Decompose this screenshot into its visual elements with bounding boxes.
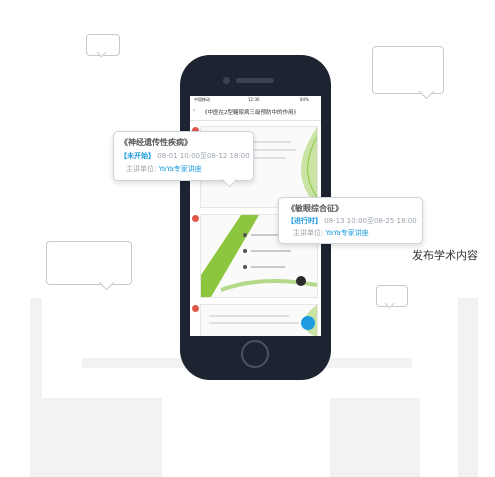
background-desk-right-leg bbox=[458, 298, 478, 477]
lecture-time-range: 08-01 10:00至08-12 18:00 bbox=[157, 152, 250, 160]
slide-number-badge bbox=[192, 305, 199, 312]
lecture-status-badge: 【未开始】 bbox=[120, 152, 155, 160]
host-label: 主讲单位: bbox=[126, 165, 157, 173]
phone-speaker bbox=[236, 78, 274, 83]
screen-titlebar: ‹ 《中医在2型糖尿病三级预防中的作用》 bbox=[190, 104, 321, 121]
chat-bubble-decoration bbox=[46, 241, 132, 285]
lecture-status-badge: 【进行时】 bbox=[287, 217, 322, 225]
background-desk-left-leg bbox=[30, 298, 42, 477]
lecture-host: 主讲单位: YaYa专家讲座 bbox=[126, 164, 202, 174]
host-name: YaYa专家讲座 bbox=[158, 165, 202, 173]
lecture-time-range: 08-13 10:00至08-25 18:00 bbox=[324, 217, 417, 225]
host-name: YaYa专家讲座 bbox=[325, 229, 369, 237]
home-button[interactable] bbox=[241, 340, 269, 368]
lecture-host: 主讲单位: YaYa专家讲座 bbox=[293, 228, 369, 238]
screen-title: 《中医在2型糖尿病三级预防中的作用》 bbox=[202, 110, 300, 116]
slide-number-badge bbox=[192, 215, 199, 222]
lecture-card-ongoing[interactable]: 《敏眼综合征》 【进行时】 08-13 10:00至08-25 18:00 主讲… bbox=[278, 197, 423, 244]
background-desk-right-panel bbox=[330, 398, 420, 477]
leaf-decoration-icon bbox=[301, 127, 317, 207]
chat-bubble-decoration bbox=[372, 46, 444, 94]
chat-fab-button[interactable] bbox=[301, 316, 315, 330]
battery-label: 84% bbox=[300, 97, 309, 102]
host-label: 主讲单位: bbox=[293, 229, 324, 237]
lecture-title: 《神经遗传性疾病》 bbox=[120, 138, 192, 147]
lecture-title: 《敏眼综合征》 bbox=[287, 204, 343, 213]
background-desk-left-panel bbox=[42, 398, 162, 477]
lecture-schedule: 【进行时】 08-13 10:00至08-25 18:00 bbox=[287, 216, 417, 226]
status-bar: 中国移动 12:36 84% bbox=[190, 96, 321, 104]
feature-caption: 发布学术内容 bbox=[412, 249, 478, 262]
back-icon[interactable]: ‹ bbox=[193, 107, 195, 114]
lecture-card-upcoming[interactable]: 《神经遗传性疾病》 【未开始】 08-01 10:00至08-12 18:00 … bbox=[113, 131, 254, 181]
lecture-schedule: 【未开始】 08-01 10:00至08-12 18:00 bbox=[120, 151, 250, 161]
carrier-label: 中国移动 bbox=[194, 97, 210, 102]
phone-camera bbox=[223, 77, 230, 84]
time-label: 12:36 bbox=[248, 97, 260, 102]
